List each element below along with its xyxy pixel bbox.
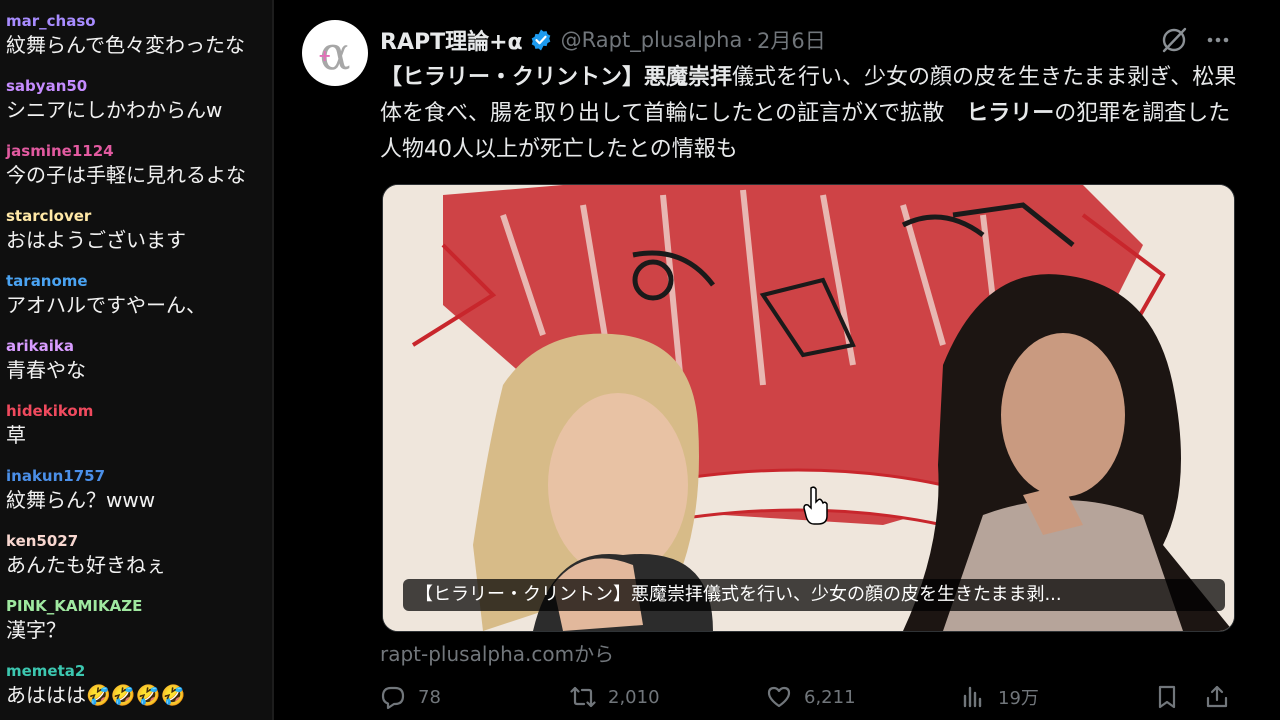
hand-cursor-icon (803, 486, 828, 525)
chat-text: あははは🤣🤣🤣🤣 (6, 683, 186, 707)
chat-message: hidekikom 草 (6, 402, 272, 448)
chat-message: arikaika 青春やな (6, 337, 272, 383)
chat-message: sabyan50 シニアにしかわからんw (6, 77, 272, 123)
avatar-plus-icon: + (318, 46, 332, 65)
chat-message: starclover おはようございます (6, 207, 272, 253)
header-separator: · (746, 28, 754, 52)
chat-text: アオハルですやーん、 (6, 293, 206, 317)
tweet-date[interactable]: 2月6日 (757, 25, 826, 55)
chat-message: ken5027 あんたも好きねぇ (6, 532, 272, 578)
retweet-icon (570, 686, 596, 708)
chat-message: PINK_KAMIKAZE 漢字？ (6, 597, 272, 643)
chat-message: inakun1757 紋舞らん？www (6, 467, 272, 513)
views-button[interactable]: 19万 (960, 684, 1039, 710)
tweet-media-image[interactable]: 【ヒラリー・クリントン】悪魔崇拝儀式を行い、少女の顔の皮を生きたまま剥... (382, 184, 1235, 632)
chat-text: 漢字？ (6, 618, 66, 642)
chat-username[interactable]: sabyan50 (6, 77, 272, 95)
reply-icon (381, 686, 405, 710)
tweet-text-bold: ヒラリー (966, 101, 1055, 126)
reply-button[interactable]: 78 (380, 684, 441, 710)
chat-message: memeta2 あははは🤣🤣🤣🤣 (6, 662, 272, 708)
chat-text: おはようございます (6, 228, 186, 252)
like-button[interactable]: 6,211 (766, 684, 856, 710)
retweet-count: 2,010 (608, 686, 660, 708)
chat-text: 紋舞らん？www (6, 488, 156, 512)
chat-username[interactable]: PINK_KAMIKAZE (6, 597, 272, 615)
chat-message: taranome アオハルですやーん、 (6, 272, 272, 318)
retweet-button[interactable]: 2,010 (570, 684, 660, 710)
share-icon (1206, 685, 1228, 708)
bookmark-button[interactable] (1154, 684, 1192, 710)
tweet-text-bold: 【ヒラリー・クリントン】悪魔崇拝 (380, 65, 733, 90)
views-count: 19万 (998, 688, 1039, 709)
more-icon[interactable] (1204, 26, 1232, 54)
chat-text: 今の子は手軽に見れるよな (6, 163, 246, 187)
media-caption: 【ヒラリー・クリントン】悪魔崇拝儀式を行い、少女の顔の皮を生きたまま剥... (403, 579, 1225, 611)
chat-username[interactable]: memeta2 (6, 662, 272, 680)
chat-username[interactable]: inakun1757 (6, 467, 272, 485)
chat-text: シニアにしかわからんw (6, 98, 223, 122)
chat-username[interactable]: taranome (6, 272, 272, 290)
chat-username[interactable]: starclover (6, 207, 272, 225)
tweet-text: 【ヒラリー・クリントン】悪魔崇拝儀式を行い、少女の顔の皮を生きたまま剥ぎ、松果体… (380, 60, 1240, 168)
author-name[interactable]: RAPT理論+α (380, 24, 523, 56)
grok-icon[interactable] (1160, 26, 1188, 54)
profile-avatar[interactable]: α + (302, 20, 368, 86)
chat-username[interactable]: hidekikom (6, 402, 272, 420)
chat-username[interactable]: arikaika (6, 337, 272, 355)
chat-text: 青春やな (6, 358, 86, 382)
chat-text: あんたも好きねぇ (6, 553, 166, 577)
tweet-actions: 78 2,010 6,211 19万 (380, 684, 1240, 720)
tweet-header: RAPT理論+α @Rapt_plusalpha · 2月6日 (380, 24, 826, 56)
reply-count: 78 (418, 686, 441, 708)
share-button[interactable] (1204, 684, 1242, 710)
chat-message: mar_chaso 紋舞らんで色々変わったな (6, 12, 272, 58)
chat-username[interactable]: mar_chaso (6, 12, 272, 30)
link-source[interactable]: rapt-plusalpha.comから (380, 638, 614, 667)
chat-username[interactable]: ken5027 (6, 532, 272, 550)
chat-text: 草 (6, 423, 26, 447)
chat-message: jasmine1124 今の子は手軽に見れるよな (6, 142, 272, 188)
media-illustration (383, 185, 1234, 631)
like-icon (767, 686, 791, 708)
verified-badge-icon (531, 29, 550, 51)
like-count: 6,211 (804, 686, 856, 708)
chat-username[interactable]: jasmine1124 (6, 142, 272, 160)
chat-panel: mar_chaso 紋舞らんで色々変わったな sabyan50 シニアにしかわか… (0, 0, 274, 720)
bookmark-icon (1158, 685, 1176, 709)
views-icon (963, 686, 982, 708)
chat-text: 紋舞らんで色々変わったな (6, 33, 245, 57)
author-handle[interactable]: @Rapt_plusalpha (561, 28, 743, 52)
